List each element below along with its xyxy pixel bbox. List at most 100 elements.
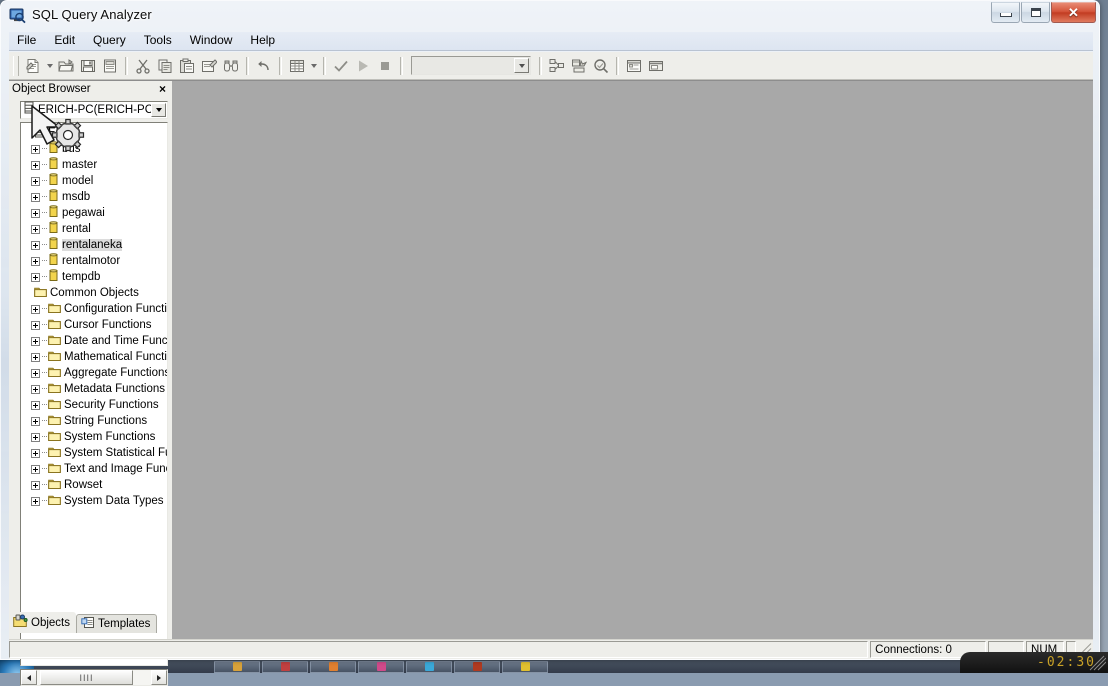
taskbar-window-item[interactable] bbox=[214, 660, 260, 673]
tab-templates[interactable]: Templates bbox=[76, 614, 158, 633]
index-tuning-wizard-button[interactable] bbox=[568, 55, 590, 77]
taskbar-items[interactable] bbox=[214, 660, 550, 673]
tree-item-msdb[interactable]: msdb bbox=[21, 189, 167, 205]
taskbar-window-item[interactable] bbox=[454, 660, 500, 673]
scroll-left-button[interactable] bbox=[21, 670, 37, 685]
tree-item-rentalaneka[interactable]: rentalaneka bbox=[21, 237, 167, 253]
results-grid-dropdown[interactable] bbox=[308, 55, 319, 77]
object-browser-caption[interactable]: Object Browser × bbox=[9, 81, 172, 97]
expand-icon[interactable] bbox=[31, 336, 40, 346]
parse-query-button[interactable] bbox=[330, 55, 352, 77]
menu-edit[interactable]: Edit bbox=[46, 32, 83, 50]
new-query-dropdown[interactable] bbox=[44, 55, 55, 77]
expand-icon[interactable] bbox=[31, 144, 40, 154]
expand-icon[interactable] bbox=[31, 272, 40, 282]
window-controls[interactable]: ✕ bbox=[990, 2, 1096, 23]
undo-button[interactable] bbox=[253, 55, 275, 77]
execute-query-button[interactable] bbox=[352, 55, 374, 77]
menu-tools[interactable]: Tools bbox=[136, 32, 180, 50]
minimize-button[interactable] bbox=[991, 2, 1020, 23]
tree-item-pegawai[interactable]: pegawai bbox=[21, 205, 167, 221]
tree-item-common-objects[interactable]: Common Objects bbox=[21, 285, 167, 301]
media-player-overlay[interactable]: -02:30 bbox=[960, 652, 1108, 673]
tree-item-rentalmotor[interactable]: rentalmotor bbox=[21, 253, 167, 269]
tree-horizontal-scrollbar[interactable]: IIII bbox=[20, 669, 168, 686]
tree-item-master[interactable]: master bbox=[21, 157, 167, 173]
database-combo[interactable] bbox=[411, 56, 531, 75]
copy-button[interactable] bbox=[154, 55, 176, 77]
menu-bar[interactable]: File Edit Query Tools Window Help bbox=[9, 32, 1093, 51]
scrollbar-track[interactable]: IIII bbox=[37, 670, 151, 685]
expand-icon[interactable] bbox=[31, 192, 40, 202]
tree-item-system-data-types[interactable]: System Data Types bbox=[21, 493, 167, 509]
expand-icon[interactable] bbox=[31, 208, 40, 218]
tree-item-configuration-functions[interactable]: Configuration Function bbox=[21, 301, 167, 317]
tree-item-security-functions[interactable]: Security Functions bbox=[21, 397, 167, 413]
object-browser-button[interactable] bbox=[623, 55, 645, 77]
tree-item-tempdb[interactable]: tempdb bbox=[21, 269, 167, 285]
close-button[interactable]: ✕ bbox=[1051, 2, 1096, 23]
expand-icon[interactable] bbox=[31, 176, 40, 186]
expand-icon[interactable] bbox=[31, 448, 40, 458]
expand-icon[interactable] bbox=[31, 240, 40, 250]
tab-objects[interactable]: Objects bbox=[9, 612, 76, 633]
new-query-button[interactable] bbox=[22, 55, 44, 77]
taskbar-window-item[interactable] bbox=[502, 660, 548, 673]
open-button[interactable] bbox=[55, 55, 77, 77]
expand-icon[interactable] bbox=[31, 224, 40, 234]
show-execution-plan-button[interactable] bbox=[590, 55, 612, 77]
main-toolbar[interactable] bbox=[9, 52, 1093, 80]
tree-item-mathematical-functions[interactable]: Mathematical Function bbox=[21, 349, 167, 365]
menu-file[interactable]: File bbox=[9, 32, 44, 50]
clear-window-button[interactable] bbox=[198, 55, 220, 77]
expand-icon[interactable] bbox=[31, 368, 40, 378]
save-button[interactable] bbox=[77, 55, 99, 77]
expand-icon[interactable] bbox=[31, 352, 40, 362]
combo-dropdown-icon[interactable] bbox=[514, 58, 529, 73]
taskbar-window-item[interactable] bbox=[406, 660, 452, 673]
taskbar-window-item[interactable] bbox=[358, 660, 404, 673]
tree-item-cursor-functions[interactable]: Cursor Functions bbox=[21, 317, 167, 333]
expand-icon[interactable] bbox=[31, 320, 40, 330]
menu-help[interactable]: Help bbox=[242, 32, 283, 50]
object-browser-tabs[interactable]: Objects Templates bbox=[9, 611, 164, 633]
tree-item-rental[interactable]: rental bbox=[21, 221, 167, 237]
paste-button[interactable] bbox=[176, 55, 198, 77]
expand-icon[interactable] bbox=[31, 304, 40, 314]
insert-template-button[interactable] bbox=[99, 55, 121, 77]
expand-icon[interactable] bbox=[31, 384, 40, 394]
tree-item-server[interactable]: ERI bbox=[21, 125, 167, 141]
tree-item-string-functions[interactable]: String Functions bbox=[21, 413, 167, 429]
tree-item-model[interactable]: model bbox=[21, 173, 167, 189]
scroll-right-button[interactable] bbox=[151, 670, 167, 685]
tree-item-system-statistical-functions[interactable]: System Statistical Func bbox=[21, 445, 167, 461]
tree-item-rowset[interactable]: Rowset bbox=[21, 477, 167, 493]
server-select[interactable]: ERICH-PC(ERICH-PC\E bbox=[20, 101, 168, 119]
taskbar-window-item[interactable] bbox=[310, 660, 356, 673]
tree-item-metadata-functions[interactable]: Metadata Functions bbox=[21, 381, 167, 397]
server-combo-dropdown-icon[interactable] bbox=[151, 103, 166, 117]
tree-item-text-and-image-functions[interactable]: Text and Image Funct bbox=[21, 461, 167, 477]
expand-icon[interactable] bbox=[31, 256, 40, 266]
tree-item-date-and-time-functions[interactable]: Date and Time Functio bbox=[21, 333, 167, 349]
expand-icon[interactable] bbox=[31, 496, 40, 506]
title-bar[interactable]: SQL Query Analyzer ✕ bbox=[1, 1, 1099, 31]
cut-button[interactable] bbox=[132, 55, 154, 77]
find-button[interactable] bbox=[220, 55, 242, 77]
tree-item-aggregate-functions[interactable]: Aggregate Functions bbox=[21, 365, 167, 381]
expand-icon[interactable] bbox=[31, 416, 40, 426]
taskbar-window-item[interactable] bbox=[262, 660, 308, 673]
tree-item-system-functions[interactable]: System Functions bbox=[21, 429, 167, 445]
expand-icon[interactable] bbox=[31, 400, 40, 410]
results-grid-button[interactable] bbox=[286, 55, 308, 77]
menu-query[interactable]: Query bbox=[85, 32, 134, 50]
toolbar-grip[interactable] bbox=[13, 55, 19, 76]
menu-window[interactable]: Window bbox=[182, 32, 241, 50]
object-search-button[interactable] bbox=[645, 55, 667, 77]
tree-item-bus[interactable]: bus bbox=[21, 141, 167, 157]
expand-icon[interactable] bbox=[31, 432, 40, 442]
expand-icon[interactable] bbox=[31, 464, 40, 474]
display-estimated-plan-button[interactable] bbox=[546, 55, 568, 77]
expand-icon[interactable] bbox=[31, 480, 40, 490]
scrollbar-thumb[interactable]: IIII bbox=[40, 670, 133, 685]
